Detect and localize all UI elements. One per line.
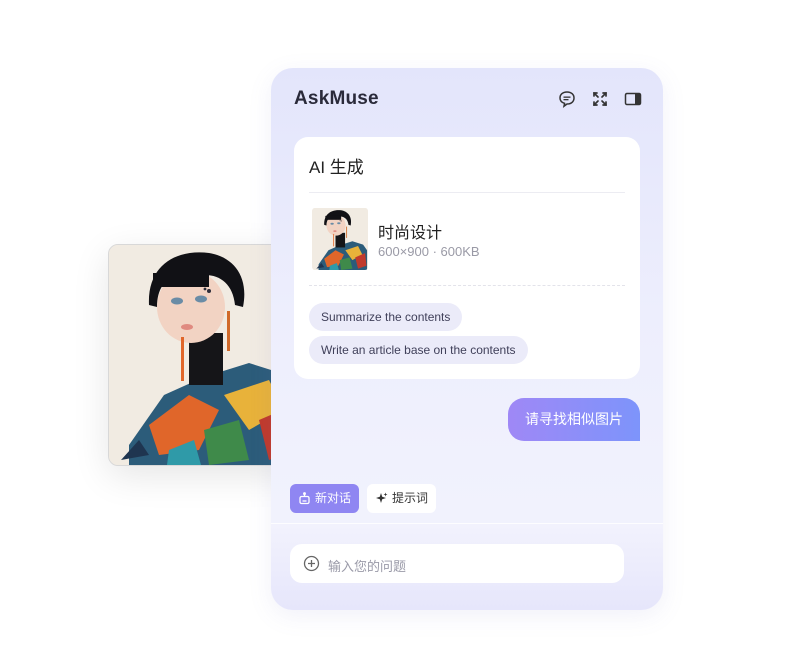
file-thumbnail[interactable]: [312, 208, 368, 270]
chat-panel: AskMuse AI 生成 时尚设计 600×900 · 600KB Summa…: [271, 68, 663, 610]
thumbnail-image: [312, 208, 368, 270]
input-placeholder: 输入您的问题: [328, 559, 407, 574]
file-name: 时尚设计: [378, 225, 443, 242]
question-input[interactable]: 输入您的问题: [290, 544, 624, 583]
add-circle-icon[interactable]: [303, 555, 320, 572]
prompts-button[interactable]: 提示词: [367, 484, 437, 513]
prompts-label: 提示词: [392, 491, 429, 505]
robot-icon: [298, 492, 311, 505]
new-chat-button[interactable]: 新对话: [290, 484, 360, 513]
input-area: 输入您的问题: [271, 523, 663, 610]
fullscreen-icon[interactable]: [591, 90, 609, 108]
user-message-bubble: 请寻找相似图片: [508, 398, 640, 441]
sidebar-panel-icon[interactable]: [624, 90, 642, 108]
new-chat-label: 新对话: [315, 491, 352, 505]
sparkle-icon: [375, 492, 388, 505]
ai-generate-card: AI 生成 时尚设计 600×900 · 600KB Summarize the…: [294, 137, 640, 379]
suggestion-chip-summarize[interactable]: Summarize the contents: [309, 303, 463, 331]
app-title: AskMuse: [294, 88, 379, 109]
divider: [309, 192, 625, 193]
suggestion-chip-write-article[interactable]: Write an article base on the contents: [309, 336, 528, 364]
dashed-divider: [309, 285, 625, 286]
chat-bubble-icon[interactable]: [558, 90, 576, 108]
file-meta: 600×900 · 600KB: [378, 244, 480, 259]
card-title: AI 生成: [309, 158, 364, 177]
